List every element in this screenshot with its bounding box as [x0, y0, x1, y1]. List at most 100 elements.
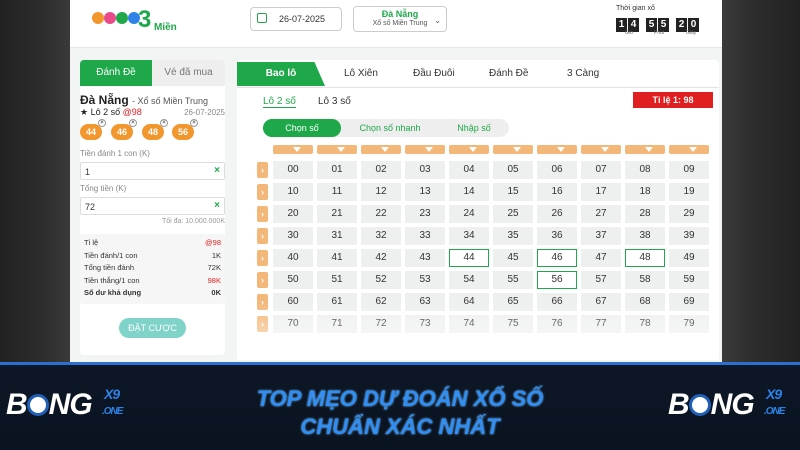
number-cell[interactable]: 47 [581, 249, 621, 267]
number-cell[interactable]: 58 [625, 271, 665, 289]
subtab-lo-3[interactable]: Lô 3 số [318, 96, 351, 107]
number-cell[interactable]: 13 [405, 183, 445, 201]
number-cell[interactable]: 43 [405, 249, 445, 267]
column-select-button[interactable] [537, 145, 577, 154]
number-cell[interactable]: 02 [361, 161, 401, 179]
number-cell[interactable]: 37 [581, 227, 621, 245]
number-cell[interactable]: 40 [273, 249, 313, 267]
number-cell[interactable]: 05 [493, 161, 533, 179]
column-select-button[interactable] [405, 145, 445, 154]
column-select-button[interactable] [493, 145, 533, 154]
number-cell[interactable]: 09 [669, 161, 709, 179]
number-cell[interactable]: 50 [273, 271, 313, 289]
number-cell[interactable]: 25 [493, 205, 533, 223]
number-cell[interactable]: 27 [581, 205, 621, 223]
place-bet-button[interactable]: ĐẶT CƯỢC [119, 318, 186, 338]
date-picker[interactable]: 26-07-2025 [250, 7, 342, 31]
column-select-button[interactable] [449, 145, 489, 154]
number-cell[interactable]: 24 [449, 205, 489, 223]
column-select-button[interactable] [669, 145, 709, 154]
number-cell[interactable]: 55 [493, 271, 533, 289]
number-cell[interactable]: 16 [537, 183, 577, 201]
tab-bought-tickets[interactable]: Vé đã mua [152, 60, 225, 86]
number-cell[interactable]: 41 [317, 249, 357, 267]
number-cell[interactable]: 06 [537, 161, 577, 179]
number-cell[interactable]: 14 [449, 183, 489, 201]
row-select-button[interactable]: › [257, 206, 268, 222]
row-select-button[interactable]: › [257, 162, 268, 178]
number-cell[interactable]: 30 [273, 227, 313, 245]
logo[interactable]: 3 Miền [88, 6, 178, 38]
number-cell[interactable]: 29 [669, 205, 709, 223]
number-cell[interactable]: 19 [669, 183, 709, 201]
column-select-button[interactable] [361, 145, 401, 154]
number-cell[interactable]: 03 [405, 161, 445, 179]
column-select-button[interactable] [625, 145, 665, 154]
number-cell[interactable]: 22 [361, 205, 401, 223]
bet-amount-input[interactable]: 1 × [80, 162, 225, 180]
close-icon[interactable]: × [98, 119, 106, 127]
mode-pick[interactable]: Chọn số [263, 119, 341, 137]
number-cell[interactable]: 31 [317, 227, 357, 245]
number-cell[interactable]: 49 [669, 249, 709, 267]
number-cell[interactable]: 21 [317, 205, 357, 223]
number-cell[interactable]: 01 [317, 161, 357, 179]
tab-danh-de[interactable]: Đánh Đề [489, 60, 528, 88]
number-cell[interactable]: 54 [449, 271, 489, 289]
tab-3-cang[interactable]: 3 Càng [567, 60, 599, 88]
subtab-lo-2[interactable]: Lô 2 số [263, 96, 296, 108]
number-cell[interactable]: 12 [361, 183, 401, 201]
total-amount-input[interactable]: 72 × [80, 197, 225, 215]
mode-input[interactable]: Nhập số [439, 119, 509, 137]
number-cell[interactable]: 56 [537, 271, 577, 289]
number-cell[interactable]: 07 [581, 161, 621, 179]
tab-lo-xien[interactable]: Lô Xiên [344, 60, 378, 88]
number-cell[interactable]: 46 [537, 249, 577, 267]
number-cell[interactable]: 20 [273, 205, 313, 223]
close-icon[interactable]: × [129, 119, 137, 127]
column-select-button[interactable] [273, 145, 313, 154]
number-cell[interactable]: 28 [625, 205, 665, 223]
number-cell[interactable]: 00 [273, 161, 313, 179]
close-icon[interactable]: × [190, 119, 198, 127]
number-cell[interactable]: 35 [493, 227, 533, 245]
number-cell[interactable]: 17 [581, 183, 621, 201]
tab-dau-duoi[interactable]: Đầu Đuôi [413, 60, 455, 88]
tab-bao-lo[interactable]: Bao lô [237, 62, 325, 86]
number-cell[interactable]: 36 [537, 227, 577, 245]
mode-quick-pick[interactable]: Chọn số nhanh [341, 119, 439, 137]
tab-bet[interactable]: Đánh Đề [80, 60, 152, 86]
clear-icon[interactable]: × [214, 165, 220, 176]
row-select-button[interactable]: › [257, 272, 268, 288]
number-cell[interactable]: 39 [669, 227, 709, 245]
number-cell[interactable]: 15 [493, 183, 533, 201]
number-cell[interactable]: 59 [669, 271, 709, 289]
number-cell[interactable]: 44 [449, 249, 489, 267]
column-select-button[interactable] [317, 145, 357, 154]
number-cell[interactable]: 57 [581, 271, 621, 289]
row-select-button[interactable]: › [257, 228, 268, 244]
number-cell[interactable]: 48 [625, 249, 665, 267]
number-cell[interactable]: 32 [361, 227, 401, 245]
number-cell[interactable]: 33 [405, 227, 445, 245]
region-select[interactable]: Đà Nẵng Xổ số Miền Trung ⌄ [353, 6, 447, 32]
close-icon[interactable]: × [160, 119, 168, 127]
number-cell[interactable]: 51 [317, 271, 357, 289]
number-cell[interactable]: 52 [361, 271, 401, 289]
number-cell[interactable]: 42 [361, 249, 401, 267]
row-select-button[interactable]: › [257, 250, 268, 266]
number-cell[interactable]: 38 [625, 227, 665, 245]
number-cell[interactable]: 26 [537, 205, 577, 223]
column-select-button[interactable] [581, 145, 621, 154]
number-cell[interactable]: 10 [273, 183, 313, 201]
number-cell[interactable]: 23 [405, 205, 445, 223]
number-cell[interactable]: 34 [449, 227, 489, 245]
number-cell[interactable]: 11 [317, 183, 357, 201]
row-select-button[interactable]: › [257, 184, 268, 200]
number-cell[interactable]: 18 [625, 183, 665, 201]
number-cell[interactable]: 45 [493, 249, 533, 267]
clear-icon[interactable]: × [214, 200, 220, 211]
number-cell[interactable]: 08 [625, 161, 665, 179]
number-cell[interactable]: 04 [449, 161, 489, 179]
number-cell[interactable]: 53 [405, 271, 445, 289]
